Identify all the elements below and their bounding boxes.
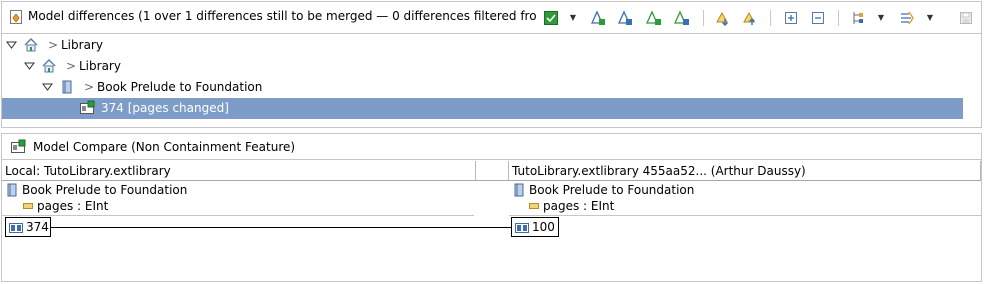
left-column-header[interactable]: Local: TutoLibrary.extlibrary (2, 161, 476, 181)
expanded-twisty-icon[interactable] (6, 40, 17, 51)
left-column-header-label: Local: TutoLibrary.extlibrary (5, 164, 171, 178)
accept-change-icon[interactable] (590, 10, 606, 26)
right-feature-label: pages : EInt (543, 199, 615, 213)
model-compare-icon (11, 139, 26, 153)
book-icon (514, 183, 524, 197)
right-column-header-label: TutoLibrary.extlibrary 455aa52... (Arthu… (512, 164, 806, 178)
center-column-header (476, 161, 509, 181)
left-object-label: Book Prelude to Foundation (22, 183, 188, 197)
right-divider (509, 215, 981, 216)
collapse-all-icon[interactable] (810, 10, 826, 26)
tree-item-library-root[interactable]: > Library (2, 35, 981, 56)
model-compare-title: Model Compare (Non Containment Feature) (33, 140, 296, 154)
tree-item-book[interactable]: > Book Prelude to Foundation (2, 77, 981, 98)
toolbar-separator (770, 10, 771, 26)
toolbar-separator (703, 10, 704, 26)
tree-item-prefix: > (84, 80, 95, 94)
right-object-row[interactable]: Book Prelude to Foundation (512, 182, 972, 199)
value-icon (9, 223, 23, 233)
expand-all-icon[interactable] (783, 10, 799, 26)
filter-options-dropdown-icon[interactable]: ▼ (925, 10, 935, 26)
left-value-box[interactable]: 374 (5, 217, 51, 237)
model-compare-title-bar: Model Compare (Non Containment Feature) (2, 134, 981, 160)
model-compare-view: Model Compare (Non Containment Feature) … (1, 133, 982, 282)
expanded-twisty-icon[interactable] (42, 82, 53, 93)
book-icon (62, 80, 72, 94)
tree-item-pages-changed[interactable]: 374 [pages changed] (2, 98, 981, 119)
library-icon (42, 59, 56, 73)
left-value-label: 374 (26, 220, 49, 234)
tree-item-label: Library (61, 38, 103, 52)
previous-difference-icon[interactable] (742, 10, 758, 26)
group-dropdown-icon[interactable]: ▼ (876, 10, 886, 26)
accept-all-icon[interactable] (646, 10, 662, 26)
filter-icon[interactable] (899, 10, 915, 26)
tree-item-label: 374 [pages changed] (101, 101, 229, 115)
value-icon (515, 223, 529, 233)
tree-item-prefix: > (66, 59, 77, 73)
model-differences-view: Model differences (1 over 1 differences … (1, 1, 982, 128)
attribute-icon (23, 203, 33, 209)
compare-view-icon (10, 10, 22, 24)
right-value-label: 100 (532, 220, 555, 234)
reject-all-icon[interactable] (674, 10, 690, 26)
attribute-change-icon (80, 100, 95, 114)
difference-link-line (51, 227, 511, 228)
right-feature-row[interactable]: pages : EInt (529, 199, 969, 216)
attribute-icon (529, 203, 539, 209)
reject-change-icon[interactable] (617, 10, 633, 26)
expanded-twisty-icon[interactable] (24, 61, 35, 72)
tree-item-label: Book Prelude to Foundation (97, 80, 263, 94)
filter-dropdown-icon[interactable]: ▼ (568, 10, 578, 26)
left-feature-row[interactable]: pages : EInt (23, 199, 463, 216)
left-divider (2, 215, 474, 216)
view-title: Model differences (1 over 1 differences … (28, 9, 536, 23)
tree-item-label: Library (79, 59, 121, 73)
left-object-row[interactable]: Book Prelude to Foundation (5, 182, 465, 199)
right-column-header[interactable]: TutoLibrary.extlibrary 455aa52... (Arthu… (509, 161, 981, 181)
model-differences-toolbar: Model differences (1 over 1 differences … (2, 2, 981, 34)
library-icon (24, 38, 38, 52)
save-icon[interactable] (958, 10, 974, 26)
tree-item-prefix: > (48, 38, 59, 52)
right-object-label: Book Prelude to Foundation (529, 183, 695, 197)
next-difference-icon[interactable] (715, 10, 731, 26)
right-value-box[interactable]: 100 (511, 217, 559, 237)
toolbar-separator (838, 10, 839, 26)
left-feature-label: pages : EInt (37, 199, 109, 213)
differences-tree: > Library > Library > Book Prelude to Fo… (2, 35, 981, 127)
group-icon[interactable] (850, 10, 866, 26)
accept-filter-icon[interactable] (543, 10, 559, 26)
tree-item-library[interactable]: > Library (2, 56, 981, 77)
book-icon (7, 183, 17, 197)
